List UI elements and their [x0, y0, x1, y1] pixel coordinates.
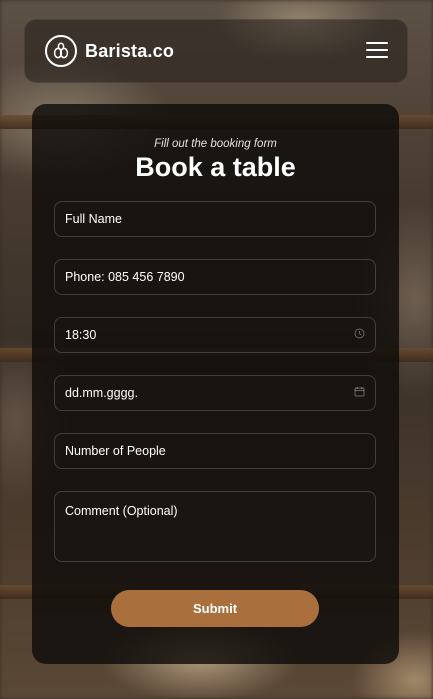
coffee-bean-logo-icon	[45, 35, 77, 67]
date-input[interactable]: dd.mm.gggg.	[54, 375, 376, 411]
brand-name: Barista.co	[85, 40, 175, 61]
full-name-placeholder: Full Name	[65, 212, 122, 226]
clock-icon[interactable]	[354, 328, 365, 342]
comment-textarea[interactable]: Comment (Optional)	[54, 491, 376, 562]
phone-placeholder: Phone: 085 456 7890	[65, 270, 185, 284]
form-subtitle: Fill out the booking form	[154, 138, 277, 150]
people-placeholder: Number of People	[65, 444, 166, 458]
submit-button[interactable]: Submit	[111, 590, 319, 627]
comment-placeholder: Comment (Optional)	[65, 504, 178, 518]
brand-logo[interactable]: Barista.co	[45, 32, 174, 70]
booking-form-card: Fill out the booking form Book a table F…	[32, 104, 399, 664]
phone-input[interactable]: Phone: 085 456 7890	[54, 259, 376, 295]
calendar-icon[interactable]	[354, 386, 365, 400]
form-title: Book a table	[135, 152, 296, 182]
time-value: 18:30	[65, 328, 97, 342]
date-placeholder: dd.mm.gggg.	[65, 386, 138, 400]
time-input[interactable]: 18:30	[54, 317, 376, 353]
number-of-people-input[interactable]: Number of People	[54, 433, 376, 469]
hamburger-menu-icon[interactable]	[366, 42, 388, 58]
full-name-input[interactable]: Full Name	[54, 201, 376, 237]
navbar: Barista.co	[24, 19, 408, 83]
